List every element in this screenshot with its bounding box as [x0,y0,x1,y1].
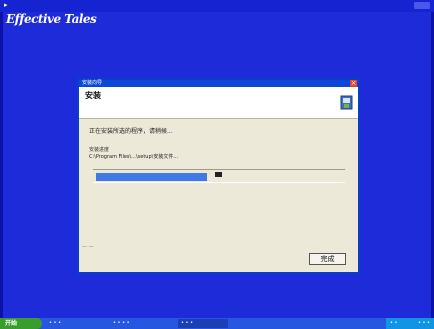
dialog-body: 正在安装所选的程序，请稍候... 安装进度 C:\Program Files\.… [79,120,358,272]
install-message: 正在安装所选的程序，请稍候... [89,128,173,135]
current-file-path: C:\Program Files\...\setup\安装文件... [89,154,179,160]
app-title: Effective Tales [6,12,97,26]
dialog-titlebar[interactable]: 安装向导 × [79,80,358,87]
close-button[interactable]: × [350,80,357,87]
setup-dialog: 安装向导 × 安装 正在安装所选的程序，请稍候... 安装进度 C:\Progr… [77,78,360,274]
progress-marker [215,172,222,177]
dialog-title: 安装向导 [82,80,103,86]
tray-icons[interactable]: • • [390,318,398,329]
taskbar-item[interactable]: • • • • [110,319,154,328]
progress-fill [96,173,207,181]
setup-icon [340,95,353,110]
top-bar: ▸ [0,0,434,12]
group-caption: 安装进度 [89,147,110,153]
header-title: 安装 [85,91,101,100]
top-left-glyph: ▸ [4,1,8,9]
progress-bar [93,169,345,183]
clock: • • • [417,320,430,326]
taskbar-item[interactable]: • • • [46,319,86,328]
window-controls[interactable] [414,2,430,9]
system-tray: • • • • • [386,318,434,329]
finish-button[interactable]: 完成 [309,253,346,265]
start-button[interactable]: 开始 [0,318,42,329]
taskbar-item-active[interactable]: • • • [178,319,228,328]
taskbar: 开始 • • • • • • • • • • • • • • • [0,318,434,329]
dialog-header: 安装 [79,87,358,119]
side-note: — — [82,244,94,250]
